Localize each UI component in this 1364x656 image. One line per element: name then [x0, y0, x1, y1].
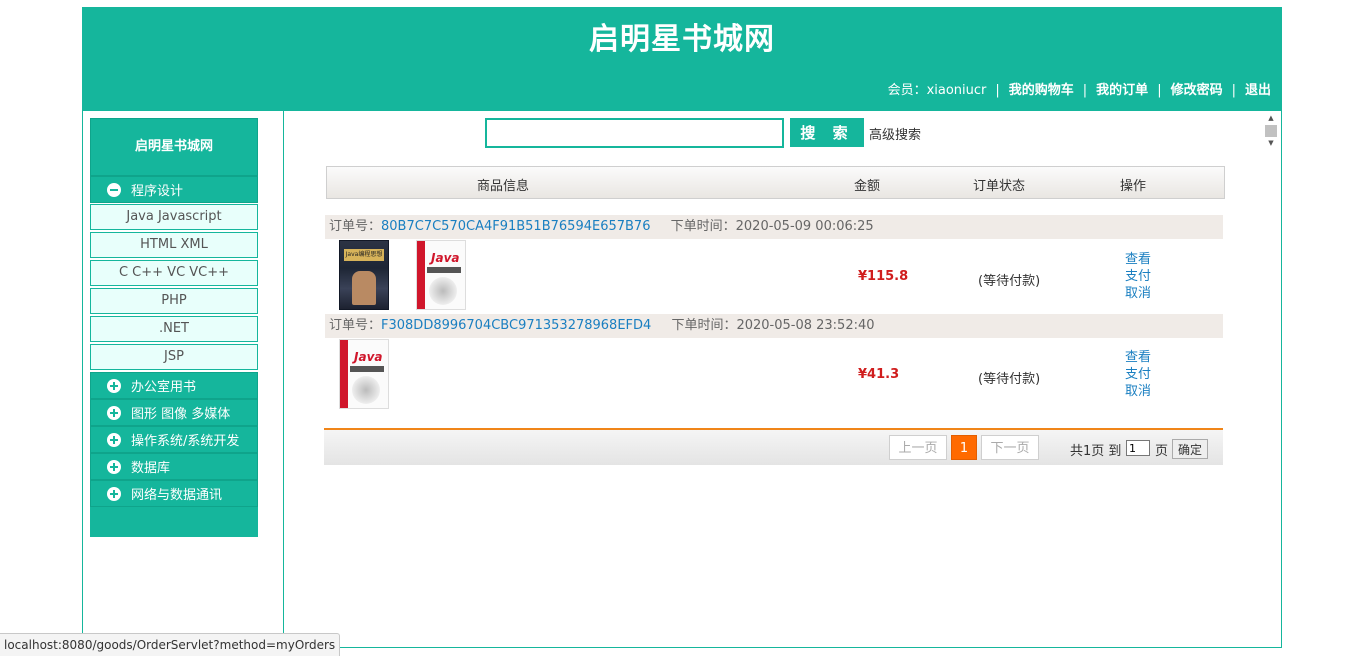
cancel-order-link[interactable]: 取消: [1125, 285, 1151, 302]
view-order-link[interactable]: 查看: [1125, 349, 1151, 366]
separator: |: [995, 83, 1000, 98]
header-ops: 操作: [1120, 179, 1147, 194]
subcategory-item[interactable]: PHP: [90, 288, 258, 314]
category-database[interactable]: 数据库: [90, 453, 258, 480]
page-number-input[interactable]: [1126, 440, 1150, 456]
sidebar-divider: [283, 111, 284, 647]
scroll-thumb[interactable]: [1265, 125, 1277, 137]
sidebar-footer: [90, 507, 258, 537]
pagination-bar: 上一页 1 下一页 共1页 到 页 确定: [324, 428, 1223, 465]
order-amount: ¥41.3: [858, 367, 900, 382]
order-id-link[interactable]: F308DD8996704CBC971353278968EFD4: [381, 318, 651, 333]
current-page[interactable]: 1: [951, 435, 977, 460]
search-input[interactable]: [485, 118, 784, 148]
separator: |: [1157, 83, 1162, 98]
book-thumbnail[interactable]: Java: [416, 240, 466, 310]
order-time: 2020-05-09 00:06:25: [735, 219, 874, 234]
order-time: 2020-05-08 23:52:40: [736, 318, 875, 333]
book-cover-title: Java编程思想: [344, 249, 384, 261]
subcategory-item[interactable]: JSP: [90, 344, 258, 370]
order-status: (等待付款): [978, 274, 1041, 289]
category-label: 程序设计: [131, 184, 184, 199]
separator: |: [1231, 83, 1236, 98]
book-cover-art: [352, 376, 380, 404]
order-actions: 查看 支付 取消: [1125, 349, 1151, 400]
advanced-search-link[interactable]: 高级搜索: [869, 124, 921, 143]
scroll-up-icon[interactable]: ▲: [1264, 114, 1278, 123]
category-label: 图形 图像 多媒体: [131, 407, 231, 422]
order-time-label: 下单时间：: [670, 219, 736, 234]
order-info-bar: 订单号：80B7C7C570CA4F91B51B76594E657B76 下单时…: [325, 215, 1223, 239]
subcategory-item[interactable]: C C++ VC VC++: [90, 260, 258, 286]
category-label: 网络与数据通讯: [131, 488, 223, 503]
book-spine: [340, 340, 348, 408]
header-amount: 金额: [854, 179, 881, 194]
plus-circle-icon: [107, 486, 121, 501]
book-cover-subtitle: [427, 267, 461, 273]
book-spine: [417, 241, 425, 309]
order-amount: ¥115.8: [858, 269, 909, 284]
book-cover-photo: [352, 271, 376, 305]
site-header: 启明星书城网 会员：xiaoniucr | 我的购物车 | 我的订单 | 修改密码 | 退出: [83, 8, 1281, 111]
pay-order-link[interactable]: 支付: [1125, 366, 1151, 383]
my-orders-link[interactable]: 我的订单: [1096, 83, 1148, 98]
category-label: 数据库: [131, 461, 171, 476]
member-label: 会员：xiaoniucr: [887, 83, 987, 98]
category-label: 办公室用书: [131, 380, 197, 395]
subcategory-item[interactable]: HTML XML: [90, 232, 258, 258]
book-cover-subtitle: [350, 366, 384, 372]
plus-circle-icon: [107, 405, 121, 420]
order-id-label: 订单号：: [329, 219, 382, 234]
category-network[interactable]: 网络与数据通讯: [90, 480, 258, 507]
category-programming[interactable]: 程序设计: [90, 176, 258, 203]
total-pages-text: 共1页 到: [1070, 444, 1122, 459]
subcategory-list: Java Javascript HTML XML C C++ VC VC++ P…: [90, 204, 258, 370]
minus-circle-icon: [107, 182, 121, 197]
category-label: 操作系统/系统开发: [131, 434, 240, 449]
category-office[interactable]: 办公室用书: [90, 372, 258, 399]
header-status: 订单状态: [973, 179, 1026, 194]
subcategory-item[interactable]: Java Javascript: [90, 204, 258, 230]
book-thumbnail[interactable]: Java: [339, 339, 389, 409]
cancel-order-link[interactable]: 取消: [1125, 383, 1151, 400]
user-bar: 会员：xiaoniucr | 我的购物车 | 我的订单 | 修改密码 | 退出: [888, 79, 1271, 98]
order-id-link[interactable]: 80B7C7C570CA4F91B51B76594E657B76: [381, 219, 650, 234]
site-title: 启明星书城网: [589, 22, 775, 57]
scrollbar[interactable]: ▲ ▼: [1264, 114, 1278, 156]
change-password-link[interactable]: 修改密码: [1171, 83, 1223, 98]
category-sidebar: 启明星书城网 程序设计 Java Javascript HTML XML C C…: [90, 118, 258, 537]
my-cart-link[interactable]: 我的购物车: [1009, 83, 1074, 98]
go-page-button[interactable]: 确定: [1172, 439, 1208, 459]
order-status: (等待付款): [978, 372, 1041, 387]
category-graphics[interactable]: 图形 图像 多媒体: [90, 399, 258, 426]
browser-status-url: localhost:8080/goods/OrderServlet?method…: [0, 633, 341, 656]
order-table-header: 商品信息 金额 订单状态 操作: [326, 166, 1225, 199]
book-cover-title: Java: [354, 350, 383, 364]
logout-link[interactable]: 退出: [1245, 83, 1271, 98]
page-suffix: 页: [1155, 444, 1169, 459]
next-page-button[interactable]: 下一页: [981, 435, 1039, 460]
book-cover-art: [429, 277, 457, 305]
order-time-label: 下单时间：: [671, 318, 737, 333]
plus-circle-icon: [107, 459, 121, 474]
prev-page-button[interactable]: 上一页: [889, 435, 947, 460]
separator: |: [1082, 83, 1088, 98]
order-actions: 查看 支付 取消: [1125, 251, 1151, 302]
header-product-info: 商品信息: [477, 179, 530, 194]
search-button[interactable]: 搜 索: [790, 118, 864, 147]
page-frame: 启明星书城网 会员：xiaoniucr | 我的购物车 | 我的订单 | 修改密码 | 退出 启…: [82, 7, 1282, 648]
pay-order-link[interactable]: 支付: [1125, 268, 1151, 285]
category-os[interactable]: 操作系统/系统开发: [90, 426, 258, 453]
subcategory-item[interactable]: .NET: [90, 316, 258, 342]
book-cover-title: Java: [431, 251, 460, 265]
book-thumbnail[interactable]: Java编程思想: [339, 240, 389, 310]
plus-circle-icon: [107, 432, 121, 447]
sidebar-title: 启明星书城网: [90, 118, 258, 176]
view-order-link[interactable]: 查看: [1125, 251, 1151, 268]
scroll-down-icon[interactable]: ▼: [1264, 139, 1278, 148]
order-id-label: 订单号：: [329, 318, 382, 333]
order-info-bar: 订单号：F308DD8996704CBC971353278968EFD4 下单时…: [325, 314, 1223, 338]
plus-circle-icon: [107, 378, 121, 393]
